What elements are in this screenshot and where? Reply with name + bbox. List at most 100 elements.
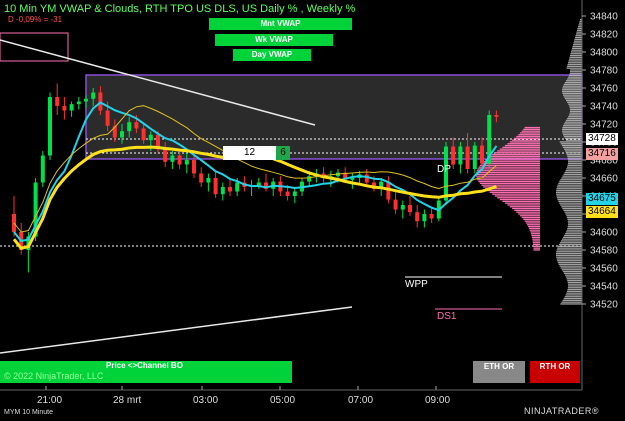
price-tick-label: 34780 bbox=[590, 66, 618, 77]
level-a-price-label: 34716 bbox=[586, 148, 618, 160]
candle-body bbox=[429, 214, 434, 219]
rth-or-button[interactable]: RTH OR bbox=[530, 361, 580, 383]
profile-bar-gray bbox=[560, 267, 582, 269]
profile-bar-pink bbox=[479, 182, 540, 184]
profile-bar-gray bbox=[567, 161, 582, 163]
time-label-0700: 07:00 bbox=[348, 395, 374, 406]
profile-bar-gray bbox=[561, 206, 582, 208]
candle-body bbox=[127, 122, 132, 132]
profile-bar-gray bbox=[563, 96, 582, 98]
profile-bar-pink bbox=[518, 213, 540, 215]
profile-bar-gray bbox=[562, 132, 582, 134]
profile-bar-gray bbox=[566, 139, 582, 141]
profile-bar-gray bbox=[556, 258, 582, 260]
profile-bar-gray bbox=[566, 278, 582, 280]
profile-bar-gray bbox=[578, 26, 582, 28]
profile-bar-gray bbox=[576, 33, 582, 35]
profile-bar-pink bbox=[499, 198, 540, 201]
profile-bar-gray bbox=[562, 90, 582, 93]
instrument-label: MYM 10 Minute bbox=[4, 409, 54, 416]
profile-bar-gray bbox=[558, 200, 582, 202]
candle-body bbox=[141, 128, 146, 141]
profile-bar-gray bbox=[572, 47, 582, 49]
profile-bar-gray bbox=[566, 292, 582, 294]
price-tick-label: 34820 bbox=[590, 30, 618, 41]
order-quantity-input[interactable]: 12 bbox=[223, 146, 276, 160]
profile-bar-gray bbox=[565, 294, 582, 296]
candle-body bbox=[177, 155, 182, 165]
profile-bar-gray bbox=[569, 112, 582, 114]
profile-bar-gray bbox=[570, 53, 582, 55]
eth-or-button[interactable]: ETH OR bbox=[473, 361, 525, 383]
profile-bar-pink bbox=[533, 249, 540, 251]
profile-bar-gray bbox=[559, 202, 582, 204]
profile-bar-pink bbox=[528, 227, 540, 229]
order-quantity-button[interactable]: 6 bbox=[276, 146, 290, 160]
profile-bar-gray bbox=[557, 261, 582, 264]
cyan-vwap-price-label: 34675 bbox=[586, 193, 618, 205]
time-label-0500: 05:00 bbox=[270, 395, 296, 406]
profile-bar-gray bbox=[561, 301, 582, 303]
profile-bar-gray bbox=[569, 114, 582, 116]
price-channel-label: Price <>Channel BO bbox=[106, 361, 183, 370]
profile-bar-gray bbox=[569, 69, 582, 71]
profile-bar-gray bbox=[562, 128, 582, 130]
profile-bar-pink bbox=[492, 153, 540, 156]
profile-bar-gray bbox=[569, 105, 582, 107]
profile-bar-gray bbox=[564, 234, 582, 237]
profile-bar-gray bbox=[556, 191, 582, 193]
profile-bar-gray bbox=[562, 207, 582, 210]
profile-bar-gray bbox=[562, 92, 582, 94]
profile-bar-gray bbox=[567, 290, 582, 292]
price-tick-label: 34760 bbox=[590, 84, 618, 95]
profile-bar-gray bbox=[565, 213, 582, 215]
profile-bar-pink bbox=[514, 137, 540, 139]
profile-bar-gray bbox=[565, 170, 582, 172]
profile-bar-gray bbox=[562, 134, 582, 136]
profile-bar-gray bbox=[562, 94, 582, 96]
profile-bar-pink bbox=[478, 166, 540, 168]
profile-bar-gray bbox=[557, 184, 582, 186]
profile-bar-pink bbox=[523, 218, 540, 220]
candle-body bbox=[285, 191, 290, 196]
profile-bar-gray bbox=[563, 173, 582, 175]
profile-bar-gray bbox=[566, 166, 582, 168]
day-vwap-button[interactable]: Day VWAP bbox=[233, 49, 311, 61]
profile-bar-gray bbox=[556, 256, 582, 258]
profile-bar-gray bbox=[556, 195, 582, 197]
week-vwap-button[interactable]: Wk VWAP bbox=[215, 34, 333, 46]
candle-body bbox=[105, 110, 110, 126]
profile-bar-gray bbox=[577, 27, 582, 30]
profile-bar-gray bbox=[567, 224, 582, 226]
profile-bar-gray bbox=[561, 177, 582, 179]
profile-bar-pink bbox=[532, 242, 540, 244]
profile-bar-pink bbox=[527, 224, 540, 226]
candle-body bbox=[364, 174, 369, 183]
profile-bar-pink bbox=[476, 177, 540, 179]
profile-bar-pink bbox=[524, 126, 540, 129]
profile-bar-pink bbox=[497, 150, 540, 152]
price-chart[interactable]: 3484034820348003478034760347403472034700… bbox=[0, 0, 625, 421]
profile-bar-gray bbox=[556, 251, 582, 253]
profile-bar-gray bbox=[560, 240, 582, 242]
profile-bar-gray bbox=[563, 135, 582, 138]
profile-bar-gray bbox=[562, 126, 582, 129]
profile-bar-gray bbox=[567, 218, 582, 220]
profile-bar-pink bbox=[533, 243, 540, 246]
profile-bar-pink bbox=[525, 222, 540, 224]
profile-bar-gray bbox=[567, 288, 582, 291]
candle-body bbox=[458, 146, 463, 165]
profile-bar-pink bbox=[530, 233, 540, 235]
candle-body bbox=[206, 178, 211, 183]
candle-body bbox=[69, 104, 74, 111]
price-tick-label: 34740 bbox=[590, 102, 618, 113]
month-vwap-button[interactable]: Mnt VWAP bbox=[209, 18, 352, 30]
profile-bar-gray bbox=[566, 99, 582, 102]
profile-bar-gray bbox=[559, 242, 582, 244]
profile-bar-pink bbox=[478, 180, 540, 183]
profile-bar-gray bbox=[567, 285, 582, 287]
profile-bar-gray bbox=[564, 81, 582, 84]
profile-bar-pink bbox=[532, 240, 540, 242]
profile-bar-pink bbox=[531, 234, 540, 237]
candle-body bbox=[393, 199, 398, 210]
